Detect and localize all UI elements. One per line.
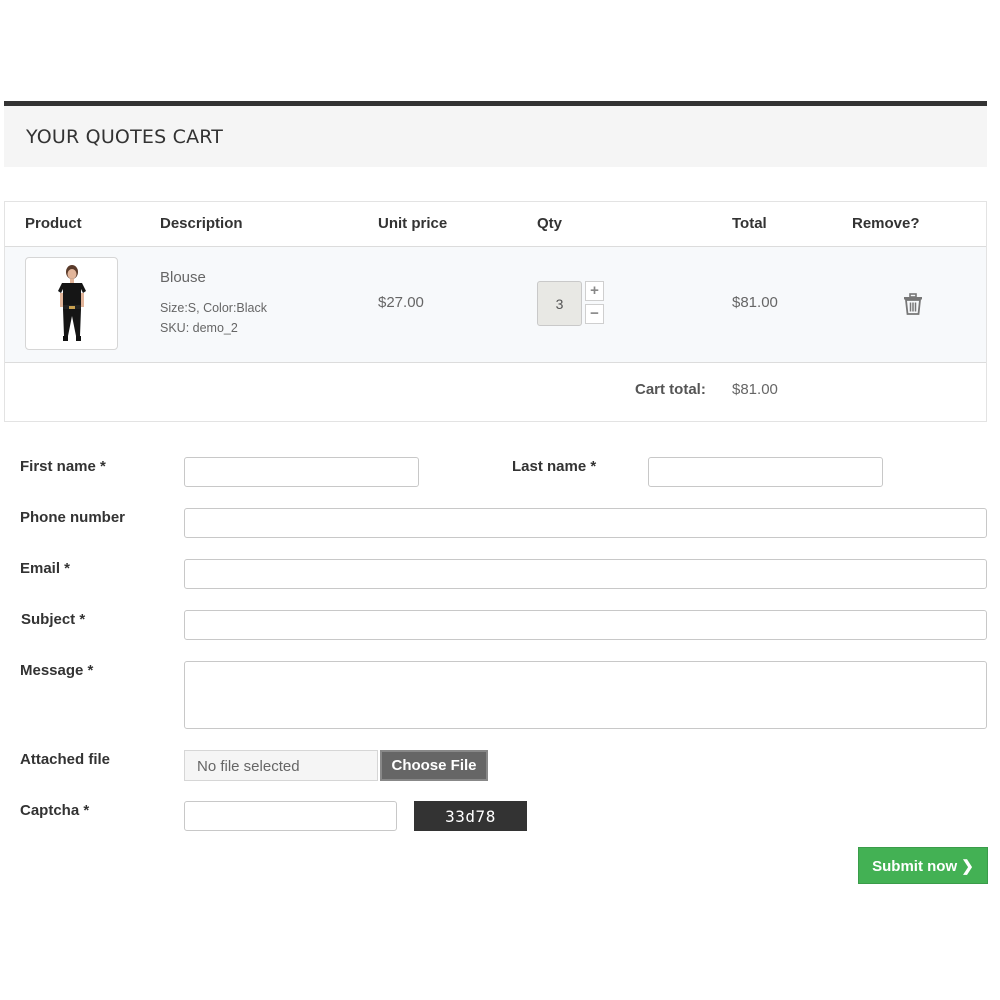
email-label: Email *	[20, 560, 71, 577]
quantity-input[interactable]: 3	[537, 281, 582, 326]
phone-label: Phone number	[20, 509, 126, 526]
product-name[interactable]: Blouse	[160, 269, 206, 286]
unit-price: $27.00	[378, 294, 424, 311]
captcha-field[interactable]	[184, 801, 397, 831]
product-image-icon	[58, 265, 86, 341]
product-attributes: Size:S, Color:Black	[160, 301, 267, 315]
message-field[interactable]	[184, 661, 987, 729]
column-header-product: Product	[25, 215, 82, 232]
cart-total-label: Cart total:	[635, 381, 706, 398]
table-header: Product Description Unit price Qty Total…	[5, 202, 986, 247]
column-header-qty: Qty	[537, 215, 563, 232]
cart-header-block: YOUR QUOTES CART	[4, 101, 987, 167]
column-header-description: Description	[160, 215, 243, 232]
trash-icon[interactable]	[903, 293, 923, 315]
file-status-display: No file selected	[184, 750, 378, 781]
column-header-remove: Remove?	[852, 215, 920, 232]
subject-label: Subject *	[21, 611, 86, 628]
last-name-field[interactable]	[648, 457, 883, 487]
captcha-label: Captcha *	[20, 802, 90, 819]
last-name-label: Last name *	[512, 458, 597, 475]
cart-header: YOUR QUOTES CART	[4, 101, 987, 167]
page-title: YOUR QUOTES CART	[26, 125, 224, 148]
quantity-increase-button[interactable]: +	[585, 281, 604, 301]
line-total: $81.00	[732, 294, 778, 311]
quantity-decrease-button[interactable]: −	[585, 304, 604, 324]
email-field[interactable]	[184, 559, 987, 589]
message-label: Message *	[20, 662, 94, 679]
product-thumbnail[interactable]	[25, 257, 118, 350]
table-row: Blouse Size:S, Color:Black SKU: demo_2 $…	[5, 247, 986, 363]
attached-file-label: Attached file	[20, 751, 111, 768]
first-name-label: First name *	[20, 458, 106, 475]
phone-field[interactable]	[184, 508, 987, 538]
cart-table: Product Description Unit price Qty Total…	[4, 201, 987, 422]
first-name-field[interactable]	[184, 457, 419, 487]
captcha-image: 33d78	[414, 801, 527, 831]
column-header-unit-price: Unit price	[378, 215, 448, 232]
product-sku: SKU: demo_2	[160, 321, 238, 335]
choose-file-button[interactable]: Choose File	[380, 750, 488, 781]
subject-field[interactable]	[184, 610, 987, 640]
column-header-total: Total	[732, 215, 767, 232]
cart-total-value: $81.00	[732, 381, 778, 398]
submit-button[interactable]: Submit now ❯	[858, 847, 988, 884]
